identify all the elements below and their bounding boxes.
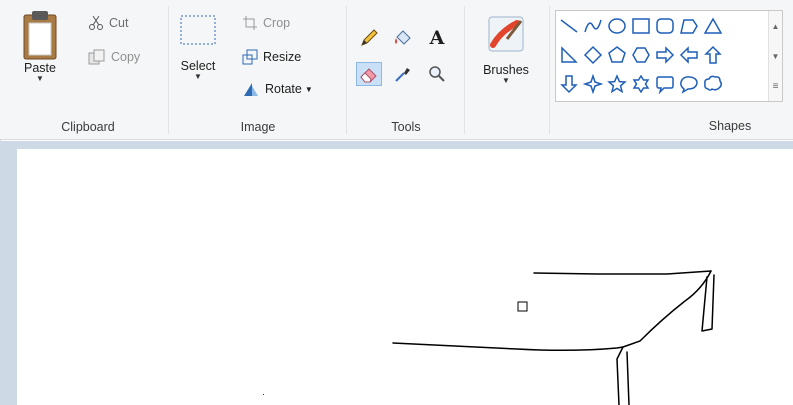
pencil-icon[interactable] [356, 26, 382, 50]
cut-label: Cut [109, 16, 129, 30]
group-divider [168, 6, 169, 134]
clipboard-icon [23, 11, 57, 60]
pentagon-shape-icon[interactable] [606, 44, 628, 66]
image-group-label: Image [240, 120, 276, 134]
scissors-icon [89, 15, 103, 30]
color-picker-icon[interactable] [390, 62, 416, 86]
brush-icon [488, 16, 524, 52]
shapes-scrollbar[interactable]: ▲ ▼ ≡ [768, 11, 782, 101]
shapes-gallery: ▲ ▼ ≡ [555, 10, 783, 102]
clipboard-group: Paste ▼ Cut Copy Clipboard [8, 0, 168, 140]
up-arrow-shape-icon[interactable] [702, 44, 724, 66]
cut-button[interactable]: Cut [88, 12, 128, 34]
brushes-label: Brushes [483, 63, 529, 77]
copy-icon [88, 49, 105, 65]
right-arrow-shape-icon[interactable] [654, 44, 676, 66]
crop-icon [243, 16, 257, 30]
drawing-canvas[interactable] [17, 149, 793, 405]
rounded-rectangle-shape-icon[interactable] [654, 15, 676, 37]
canvas-workspace [0, 141, 793, 405]
rectangle-shape-icon[interactable] [630, 15, 652, 37]
drawing-strokes [263, 270, 715, 405]
curve-shape-icon[interactable] [582, 15, 604, 37]
diamond-shape-icon[interactable] [582, 44, 604, 66]
ribbon: Paste ▼ Cut Copy Clipboard Select ▼ Crop… [0, 0, 793, 140]
six-point-star-shape-icon[interactable] [630, 73, 652, 95]
fill-icon[interactable] [390, 26, 416, 50]
chevron-down-icon: ▼ [194, 72, 202, 81]
tools-group: A Tools [348, 0, 464, 140]
oval-shape-icon[interactable] [606, 15, 628, 37]
tools-group-label: Tools [391, 120, 421, 134]
chevron-down-icon: ▼ [502, 76, 510, 85]
select-label: Select [180, 59, 216, 73]
resize-label: Resize [263, 50, 302, 64]
group-divider [346, 6, 347, 134]
resize-button[interactable]: Resize [242, 46, 301, 68]
paste-label: Paste [24, 61, 56, 75]
eraser-icon[interactable] [356, 62, 382, 86]
shapes-group-label: Shapes [708, 119, 752, 133]
rounded-callout-shape-icon[interactable] [654, 73, 676, 95]
oval-callout-shape-icon[interactable] [678, 73, 700, 95]
crop-button[interactable]: Crop [242, 12, 290, 34]
clipboard-group-label: Clipboard [61, 120, 115, 134]
rotate-button[interactable]: Rotate ▼ [242, 78, 313, 100]
brushes-button[interactable]: Brushes ▼ [470, 10, 542, 100]
image-group: Select ▼ Crop Resize Rotate ▼ Image [170, 0, 346, 140]
rotate-icon [244, 83, 258, 96]
group-divider [549, 6, 550, 134]
expand-gallery-icon[interactable]: ≡ [769, 71, 782, 101]
chevron-down-icon: ▼ [304, 84, 313, 94]
five-point-star-shape-icon[interactable] [606, 73, 628, 95]
group-divider [464, 6, 465, 134]
triangle-shape-icon[interactable] [702, 15, 724, 37]
text-icon[interactable]: A [424, 26, 450, 50]
down-arrow-shape-icon[interactable] [558, 73, 580, 95]
paste-button[interactable]: Paste ▼ [18, 8, 62, 98]
right-triangle-shape-icon[interactable] [558, 44, 580, 66]
copy-button[interactable]: Copy [88, 46, 140, 68]
left-arrow-shape-icon[interactable] [678, 44, 700, 66]
rotate-label: Rotate [265, 82, 302, 96]
select-rectangle-icon [180, 15, 216, 45]
copy-label: Copy [111, 50, 141, 64]
chevron-down-icon: ▼ [36, 74, 44, 83]
select-button[interactable]: Select ▼ [176, 10, 220, 100]
resize-icon [242, 49, 258, 65]
line-shape-icon[interactable] [558, 15, 580, 37]
polygon-shape-icon[interactable] [678, 15, 700, 37]
scroll-up-icon[interactable]: ▲ [769, 11, 782, 41]
four-point-star-shape-icon[interactable] [582, 73, 604, 95]
cloud-callout-shape-icon[interactable] [702, 73, 724, 95]
crop-label: Crop [263, 16, 291, 30]
scroll-down-icon[interactable]: ▼ [769, 41, 782, 71]
hexagon-shape-icon[interactable] [630, 44, 652, 66]
magnifier-icon[interactable] [424, 62, 450, 86]
